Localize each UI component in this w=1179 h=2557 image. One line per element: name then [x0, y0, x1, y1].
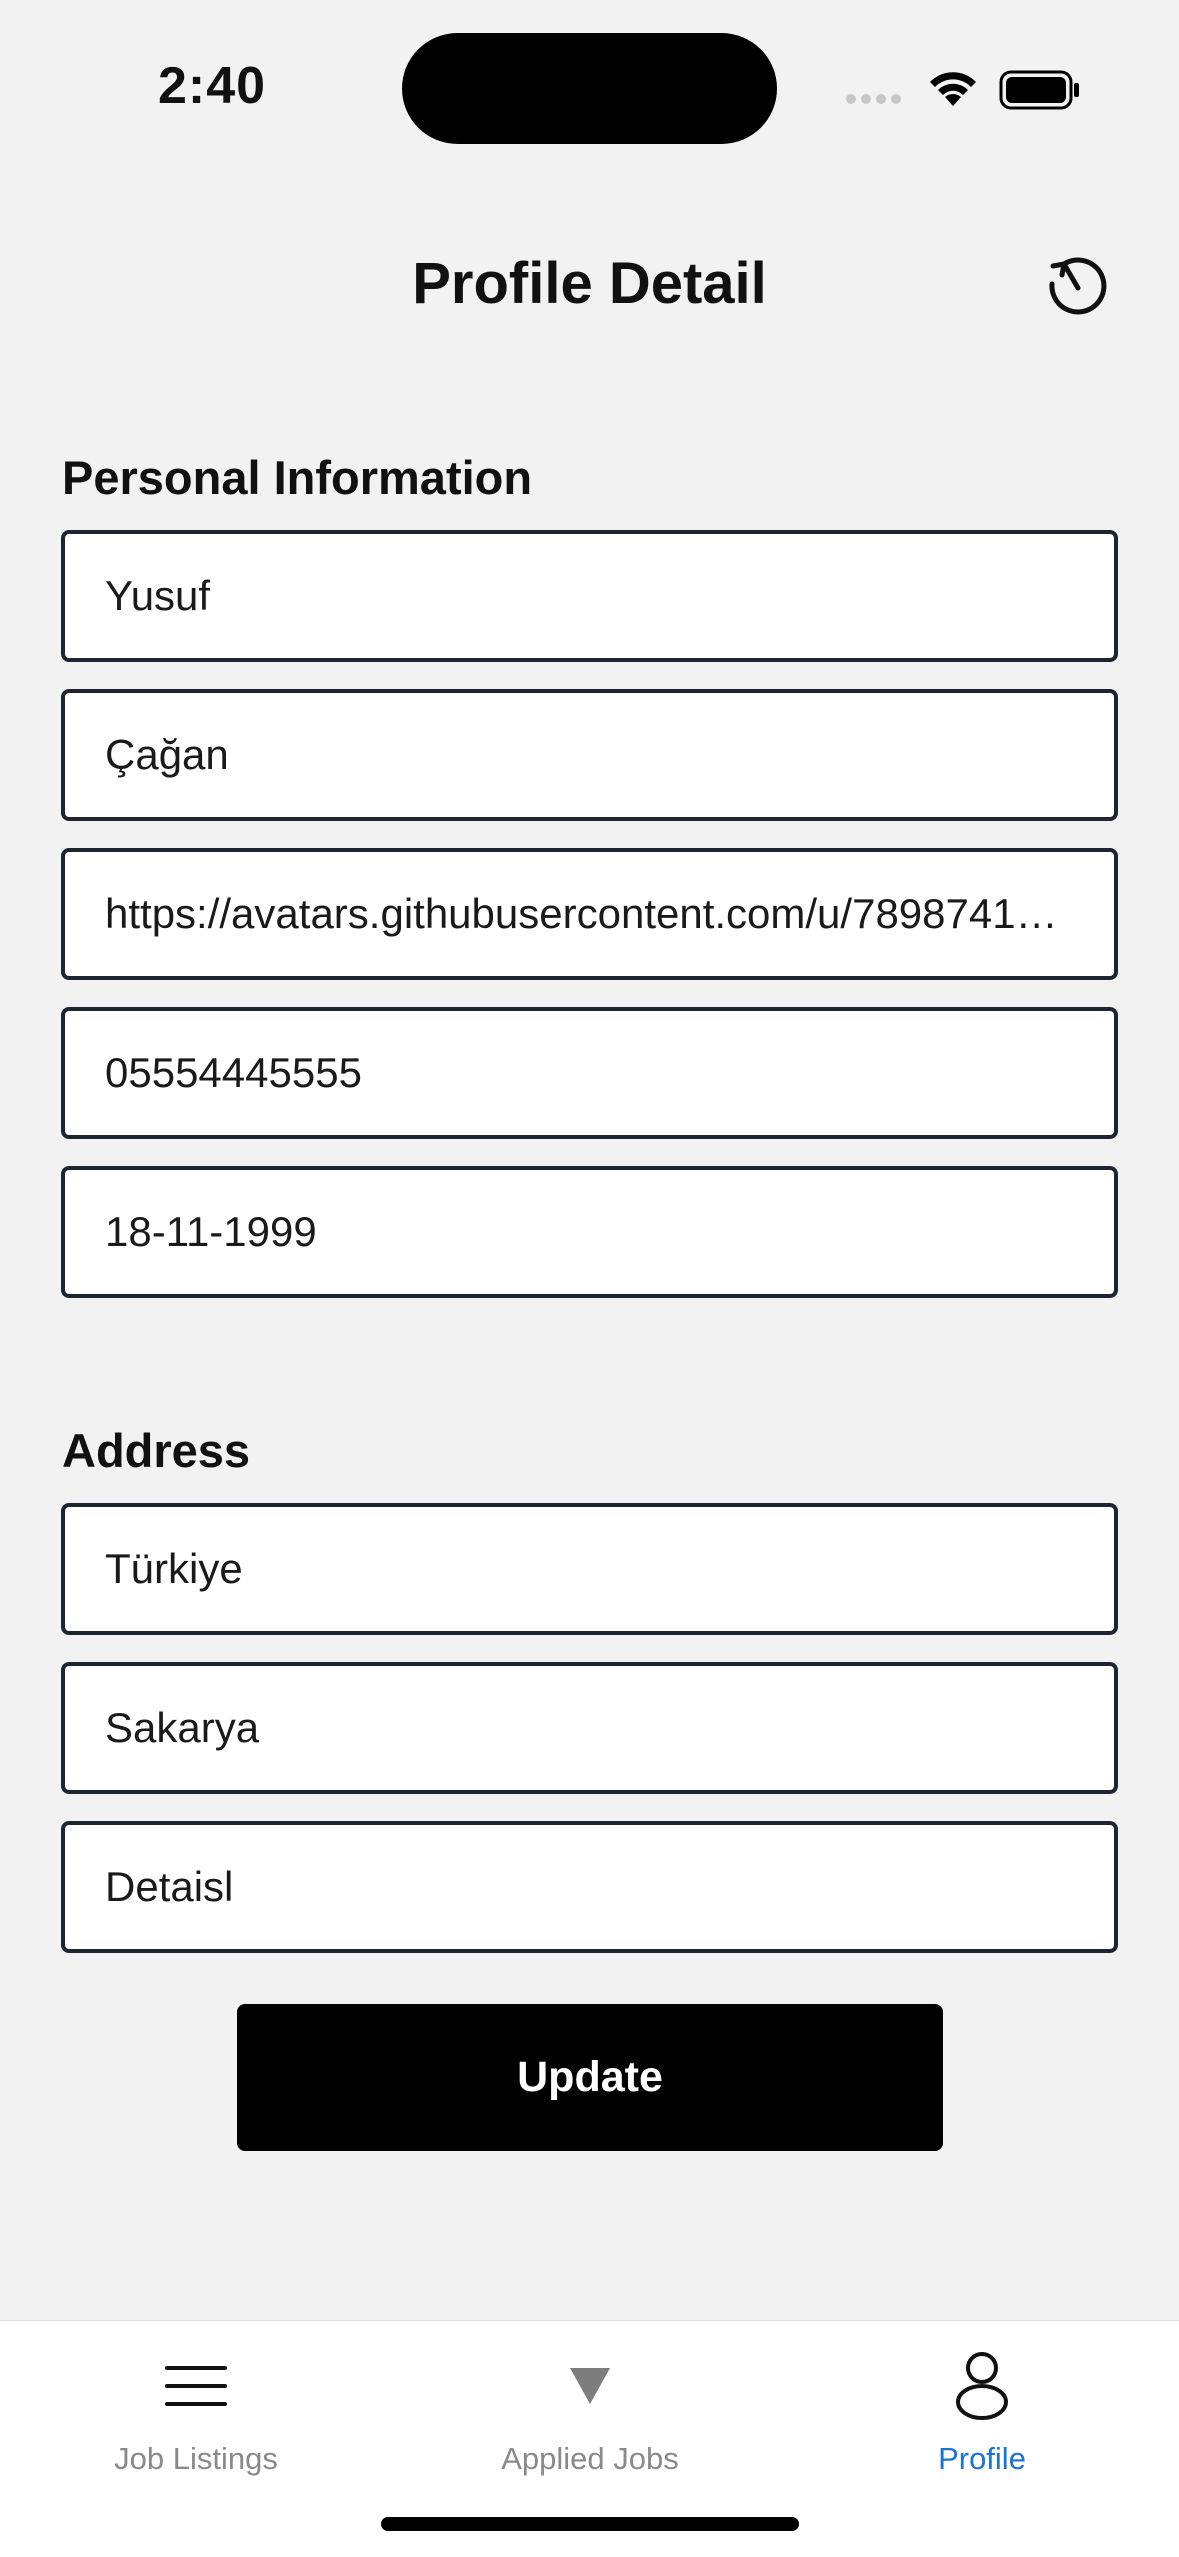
person-icon — [954, 2331, 1010, 2441]
tab-job-listings[interactable]: Job Listings — [46, 2321, 346, 2481]
avatar-url-field[interactable]: https://avatars.githubusercontent.com/u/… — [61, 848, 1118, 980]
phone-field[interactable]: 05554445555 — [61, 1007, 1118, 1139]
personal-information-heading: Personal Information — [62, 451, 533, 504]
tab-bar: Job Listings Applied Jobs Profile — [0, 2320, 1179, 2557]
address-heading: Address — [62, 1424, 251, 1477]
menu-icon — [165, 2331, 227, 2441]
tab-label-applied-jobs: Applied Jobs — [501, 2441, 679, 2476]
status-bar: 2:40 — [0, 0, 1179, 175]
city-value: Sakarya — [105, 1704, 260, 1751]
cellular-signal-icon — [846, 94, 901, 104]
navigation-header: Profile Detail — [0, 230, 1179, 330]
last-name-value: Çağan — [105, 731, 229, 778]
first-name-value: Yusuf — [105, 572, 211, 619]
first-name-field[interactable]: Yusuf — [61, 530, 1118, 662]
birth-date-field[interactable]: 18-11-1999 — [61, 1166, 1118, 1298]
address-details-field[interactable]: Detaisl — [61, 1821, 1118, 1953]
city-field[interactable]: Sakarya — [61, 1662, 1118, 1794]
birth-date-value: 18-11-1999 — [105, 1208, 317, 1255]
last-name-field[interactable]: Çağan — [61, 689, 1118, 821]
avatar-url-value: https://avatars.githubusercontent.com/u/… — [105, 890, 1074, 937]
page-title: Profile Detail — [412, 251, 767, 316]
tab-profile[interactable]: Profile — [832, 2321, 1132, 2481]
triangle-down-icon — [569, 2331, 611, 2441]
country-value: Türkiye — [105, 1545, 243, 1592]
battery-icon — [999, 70, 1081, 115]
wifi-icon — [925, 66, 981, 115]
tab-label-profile: Profile — [938, 2441, 1026, 2476]
home-indicator — [381, 2517, 799, 2531]
tab-label-job-listings: Job Listings — [114, 2441, 278, 2476]
tab-applied-jobs[interactable]: Applied Jobs — [440, 2321, 740, 2481]
reset-button[interactable] — [1040, 250, 1114, 324]
dynamic-island — [402, 33, 777, 144]
phone-value: 05554445555 — [105, 1049, 362, 1096]
address-details-value: Detaisl — [105, 1863, 234, 1910]
status-time: 2:40 — [158, 57, 267, 115]
country-field[interactable]: Türkiye — [61, 1503, 1118, 1635]
update-button[interactable]: Update — [237, 2004, 943, 2151]
history-icon — [1049, 257, 1107, 315]
